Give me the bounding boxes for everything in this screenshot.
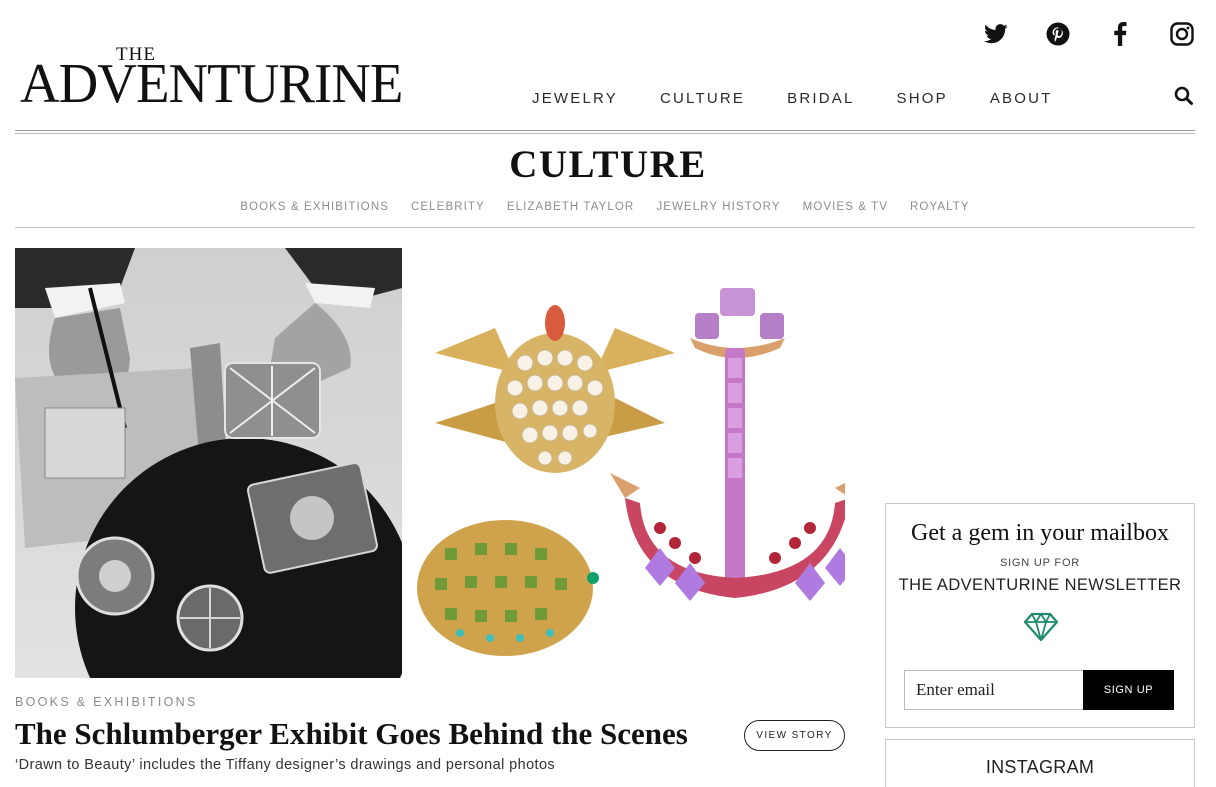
article-dek: ‘Drawn to Beauty’ includes the Tiffany d… <box>15 757 556 773</box>
pinterest-icon[interactable] <box>1042 20 1074 48</box>
nav-item-culture[interactable]: CULTURE <box>660 88 745 109</box>
section-divider <box>15 227 1195 228</box>
sign-up-button[interactable]: SIGN UP <box>1083 670 1174 710</box>
newsletter-kicker: SIGN UP FOR <box>999 557 1081 569</box>
subnav-item-elizabeth-taylor[interactable]: ELIZABETH TAYLOR <box>507 201 635 213</box>
site-logo[interactable]: THE ADVENTURINE <box>20 44 412 124</box>
article-category[interactable]: BOOKS & EXHIBITIONS <box>15 695 198 709</box>
instagram-title: INSTAGRAM <box>985 757 1095 777</box>
section-subnav: BOOKS & EXHIBITIONS CELEBRITY ELIZABETH … <box>0 201 1216 213</box>
twitter-icon[interactable] <box>980 20 1012 48</box>
nav-item-bridal[interactable]: BRIDAL <box>787 88 854 109</box>
sketching-photo <box>15 248 402 678</box>
subnav-item-books-exhibitions[interactable]: BOOKS & EXHIBITIONS <box>240 201 389 213</box>
view-story-button[interactable]: VIEW STORY <box>744 720 845 751</box>
email-input[interactable]: Enter email <box>904 670 1084 710</box>
subnav-item-jewelry-history[interactable]: JEWELRY HISTORY <box>656 201 780 213</box>
nav-item-shop[interactable]: SHOP <box>897 88 948 109</box>
newsletter-title: Get a gem in your mailbox <box>911 520 1169 546</box>
main-nav: JEWELRY CULTURE BRIDAL SHOP ABOUT <box>510 88 1095 109</box>
instagram-box: INSTAGRAM <box>885 739 1195 787</box>
subnav-item-royalty[interactable]: ROYALTY <box>910 201 970 213</box>
subnav-item-celebrity[interactable]: CELEBRITY <box>411 201 485 213</box>
jewelry-photo <box>405 248 845 678</box>
nav-item-about[interactable]: ABOUT <box>990 88 1053 109</box>
facebook-icon[interactable] <box>1104 20 1136 48</box>
newsletter-box: Get a gem in your mailbox SIGN UP FOR TH… <box>885 503 1195 728</box>
feature-image[interactable] <box>15 248 845 678</box>
nav-item-jewelry[interactable]: JEWELRY <box>532 88 618 109</box>
social-links <box>980 20 1198 48</box>
logo-wordmark: ADVENTURINE <box>20 53 403 115</box>
gem-icon <box>1023 612 1059 642</box>
header-divider <box>15 130 1195 134</box>
subnav-item-movies-tv[interactable]: MOVIES & TV <box>803 201 888 213</box>
article-headline[interactable]: The Schlumberger Exhibit Goes Behind the… <box>15 716 688 752</box>
search-icon[interactable] <box>1172 84 1196 108</box>
newsletter-name: THE ADVENTURINE NEWSLETTER <box>898 576 1182 594</box>
instagram-icon[interactable] <box>1166 20 1198 48</box>
section-title: CULTURE <box>509 143 707 186</box>
